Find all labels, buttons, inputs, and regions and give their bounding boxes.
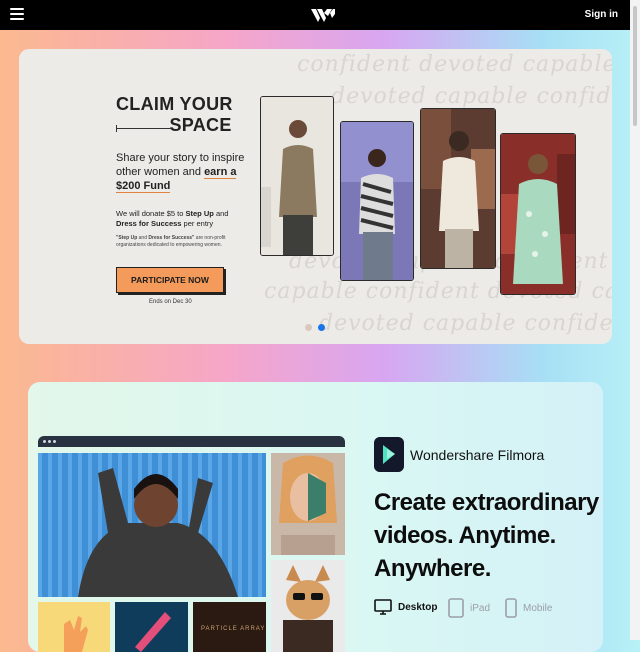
carousel-dot-1[interactable] <box>305 324 312 331</box>
woman-photo-1 <box>260 96 334 256</box>
title-underline-divider <box>116 125 172 132</box>
donate-and: and <box>215 209 229 218</box>
ipad-label: iPad <box>470 602 491 614</box>
campaign-banner: confident devoted capable devoted capabl… <box>19 49 612 344</box>
mobile-option[interactable]: Mobile <box>505 598 552 618</box>
campaign-title-line2: SPACE <box>169 115 232 135</box>
note-org-dress: Dress for Success" <box>148 235 195 241</box>
hand-sticker-tile[interactable] <box>38 602 110 652</box>
filmora-app-icon <box>374 437 404 472</box>
mobile-label: Mobile <box>523 602 553 614</box>
dancing-woman-video-tile[interactable] <box>38 453 266 597</box>
particle-array-label: PARTICLE ARRAY <box>201 626 266 632</box>
donate-org-dress-for-success: Dress for Success <box>116 219 182 228</box>
script-word-row: confident devoted capable <box>297 52 612 77</box>
donate-suffix: per entry <box>183 219 214 228</box>
wondershare-logo[interactable] <box>311 9 335 22</box>
disclaimer-note: "Step Up and Dress for Success" are non-… <box>116 235 256 248</box>
rocket-sticker-tile[interactable] <box>115 602 188 652</box>
carousel-dot-2[interactable] <box>318 324 325 331</box>
note-and: and <box>138 235 147 241</box>
filmora-promo-card: PARTICLE ARRAY Wondershare Filmora Creat… <box>28 382 603 652</box>
mobile-icon <box>505 598 517 618</box>
campaign-title: CLAIM YOUR SPACE <box>116 94 233 136</box>
top-navigation-bar: Sign in <box>0 0 630 30</box>
app-name: Wondershare Filmora <box>410 447 545 463</box>
script-word-row: devoted capable confident <box>319 311 612 336</box>
note-org-step-up: "Step Up <box>116 235 138 241</box>
share-text: Share your story to inspire other women … <box>116 151 246 193</box>
tablet-icon <box>448 598 464 618</box>
browser-window-bar <box>38 436 345 447</box>
particle-array-effect-tile[interactable]: PARTICLE ARRAY <box>193 602 266 652</box>
desktop-icon <box>374 599 392 615</box>
ipad-option[interactable]: iPad <box>448 598 490 618</box>
woman-photo-3 <box>420 108 496 269</box>
sign-in-link[interactable]: Sign in <box>585 9 618 20</box>
donate-prefix: We will donate $5 to <box>116 209 184 218</box>
campaign-title-line1: CLAIM YOUR <box>116 94 233 114</box>
donate-org-step-up: Step Up <box>185 209 214 218</box>
participate-now-button[interactable]: PARTICIPATE NOW <box>116 267 224 293</box>
page-scrollbar[interactable] <box>630 0 640 640</box>
script-word-row: devoted capable confident <box>331 84 612 109</box>
woman-photo-2 <box>340 121 414 281</box>
face-paint-video-tile[interactable] <box>271 453 345 555</box>
desktop-label: Desktop <box>398 601 438 613</box>
campaign-end-date: Ends on Dec 30 <box>149 299 192 305</box>
product-headline: Create extraordinary videos. Anytime. An… <box>374 489 599 582</box>
woman-photo-4 <box>500 133 576 295</box>
donation-text: We will donate $5 to Step Up and Dress f… <box>116 209 246 229</box>
desktop-option[interactable]: Desktop <box>374 598 437 616</box>
dog-sunglasses-video-tile[interactable] <box>271 560 345 652</box>
scrollbar-thumb[interactable] <box>633 6 637 126</box>
hamburger-menu-icon[interactable] <box>10 8 24 20</box>
